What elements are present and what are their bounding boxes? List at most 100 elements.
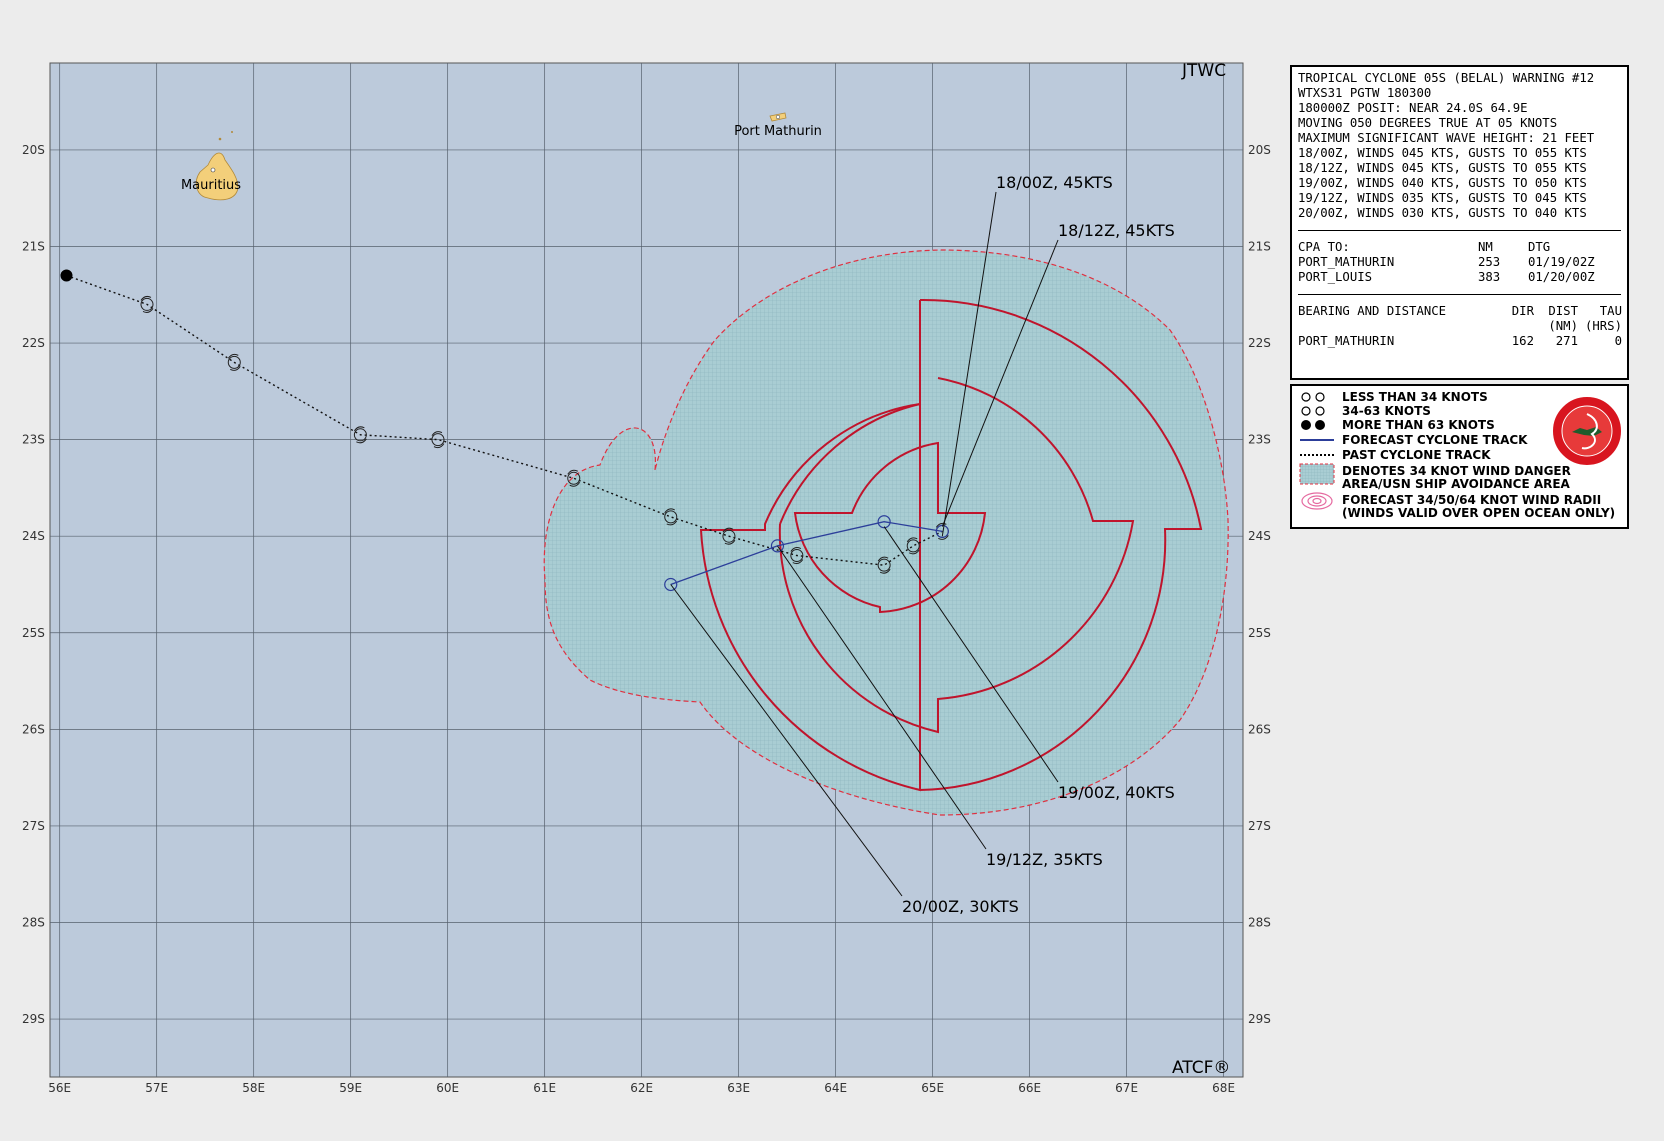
legend-34-63-icon [1301, 406, 1311, 416]
cpa-cell: 01/20/00Z [1528, 270, 1595, 284]
lat-label-right: 26S [1248, 722, 1271, 736]
lon-label: 59E [339, 1081, 362, 1095]
lat-label-left: 27S [22, 819, 45, 833]
lon-label: 63E [727, 1081, 750, 1095]
lon-label: 64E [824, 1081, 847, 1095]
past-position-intense-icon [60, 269, 73, 282]
warning-line: 19/12Z, WINDS 035 KTS, GUSTS TO 045 KTS [1298, 191, 1587, 205]
forecast-label: 18/00Z, 45KTS [996, 173, 1113, 192]
lat-label-right: 21S [1248, 239, 1271, 253]
bearing-header: DIR [1511, 304, 1534, 318]
lat-label-right: 24S [1248, 529, 1271, 543]
lat-label-right: 20S [1248, 143, 1271, 157]
legend-symbols [1299, 392, 1335, 510]
bearing-cell: PORT_MATHURIN [1298, 334, 1395, 348]
legend-less-34-icon [1315, 392, 1325, 402]
lon-label: 56E [48, 1081, 71, 1095]
lat-label-right: 29S [1248, 1012, 1271, 1026]
lat-label-left: 21S [22, 239, 45, 253]
cpa-header-dtg: DTG [1528, 240, 1551, 254]
lat-label-left: 24S [22, 529, 45, 543]
legend-danger-icon [1299, 463, 1335, 485]
legend-item: FORECAST CYCLONE TRACK [1342, 433, 1528, 447]
lon-label: 58E [242, 1081, 265, 1095]
warning-line: 18/12Z, WINDS 045 KTS, GUSTS TO 055 KTS [1298, 161, 1587, 175]
lon-label: 62E [630, 1081, 653, 1095]
warning-line: MOVING 050 DEGREES TRUE AT 05 KNOTS [1298, 116, 1558, 130]
legend-box: LESS THAN 34 KNOTS 34-63 KNOTS MORE THAN… [1290, 384, 1629, 529]
islet [218, 137, 222, 141]
jtwc-seal-icon [1551, 395, 1623, 467]
lat-label-right: 27S [1248, 819, 1271, 833]
divider [1298, 230, 1621, 231]
warning-line: 180000Z POSIT: NEAR 24.0S 64.9E [1298, 101, 1528, 115]
bearing-header: TAU [1599, 304, 1622, 318]
brand-bottom: ATCF® [1172, 1058, 1230, 1078]
bearing-table: BEARING AND DISTANCE DIR DIST TAU (NM) (… [1298, 304, 1622, 349]
cpa-table: CPA TO: NM DTG PORT_MATHURIN 253 01/19/0… [1298, 240, 1621, 285]
legend-item: MORE THAN 63 KNOTS [1342, 418, 1495, 432]
legend-more-63-icon [1315, 420, 1325, 430]
legend-less-34-icon [1301, 392, 1311, 402]
bearing-subheader: (HRS) [1584, 319, 1622, 333]
cpa-cell: 253 [1478, 255, 1501, 269]
bearing-subheader [1298, 319, 1498, 334]
lon-label: 65E [921, 1081, 944, 1095]
legend-item: FORECAST 34/50/64 KNOT WIND RADII [1342, 493, 1602, 507]
lon-label: 67E [1115, 1081, 1138, 1095]
legend-radii-icon [1312, 497, 1322, 505]
bearing-subheader [1498, 319, 1534, 334]
lat-label-left: 20S [22, 143, 45, 157]
cpa-cell: 383 [1478, 270, 1501, 284]
legend-item: (WINDS VALID OVER OPEN OCEAN ONLY) [1342, 506, 1616, 520]
lat-label-right: 23S [1248, 433, 1271, 447]
warning-line: 20/00Z, WINDS 030 KTS, GUSTS TO 040 KTS [1298, 206, 1587, 220]
warning-line: WTXS31 PGTW 180300 [1298, 86, 1432, 100]
port-mathurin-marker [775, 114, 781, 120]
lon-label: 66E [1018, 1081, 1041, 1095]
lat-label-left: 28S [22, 915, 45, 929]
cpa-cell: PORT_MATHURIN [1298, 255, 1395, 269]
cpa-cell: 01/19/02Z [1528, 255, 1595, 269]
forecast-label: 18/12Z, 45KTS [1058, 221, 1175, 240]
place-label: Mauritius [181, 178, 241, 193]
bearing-cell: 271 [1555, 334, 1578, 348]
bearing-header: DIST [1548, 304, 1578, 318]
legend-item: DENOTES 34 KNOT WIND DANGER [1342, 464, 1571, 478]
bearing-cell: 0 [1614, 334, 1622, 348]
port-louis-marker [210, 167, 216, 173]
place-label: Port Mathurin [734, 124, 822, 139]
brand-top: JTWC [1181, 61, 1226, 81]
lat-label-left: 29S [22, 1012, 45, 1026]
bearing-subheader: (NM) [1548, 319, 1578, 333]
legend-more-63-icon [1301, 420, 1311, 430]
warning-text-box: TROPICAL CYCLONE 05S (BELAL) WARNING #12… [1290, 65, 1629, 380]
warning-line: TROPICAL CYCLONE 05S (BELAL) WARNING #12 [1298, 71, 1595, 85]
lon-label: 60E [436, 1081, 459, 1095]
legend-item: PAST CYCLONE TRACK [1342, 448, 1491, 462]
lat-label-left: 22S [22, 336, 45, 350]
forecast-label: 19/12Z, 35KTS [986, 850, 1103, 869]
legend-radii-icon [1307, 495, 1327, 507]
legend-item: AREA/USN SHIP AVOIDANCE AREA [1342, 477, 1570, 491]
islet [231, 131, 233, 133]
lon-label: 68E [1212, 1081, 1235, 1095]
warning-line: 19/00Z, WINDS 040 KTS, GUSTS TO 050 KTS [1298, 176, 1587, 190]
forecast-label: 20/00Z, 30KTS [902, 897, 1019, 916]
warning-line: MAXIMUM SIGNIFICANT WAVE HEIGHT: 21 FEET [1298, 131, 1595, 145]
lon-label: 57E [145, 1081, 168, 1095]
cpa-header-name: CPA TO: [1298, 240, 1350, 254]
lat-label-right: 25S [1248, 626, 1271, 640]
lat-label-left: 25S [22, 626, 45, 640]
lat-label-left: 26S [22, 722, 45, 736]
lat-label-left: 23S [22, 433, 45, 447]
bearing-cell: 162 [1511, 334, 1534, 348]
lon-label: 61E [533, 1081, 556, 1095]
legend-item: LESS THAN 34 KNOTS [1342, 390, 1488, 404]
legend-radii-icon [1301, 492, 1333, 510]
warning-lines: TROPICAL CYCLONE 05S (BELAL) WARNING #12… [1298, 71, 1621, 221]
divider [1298, 294, 1621, 295]
lat-label-right: 28S [1248, 915, 1271, 929]
legend-34-63-icon [1315, 406, 1325, 416]
forecast-label: 19/00Z, 40KTS [1058, 783, 1175, 802]
